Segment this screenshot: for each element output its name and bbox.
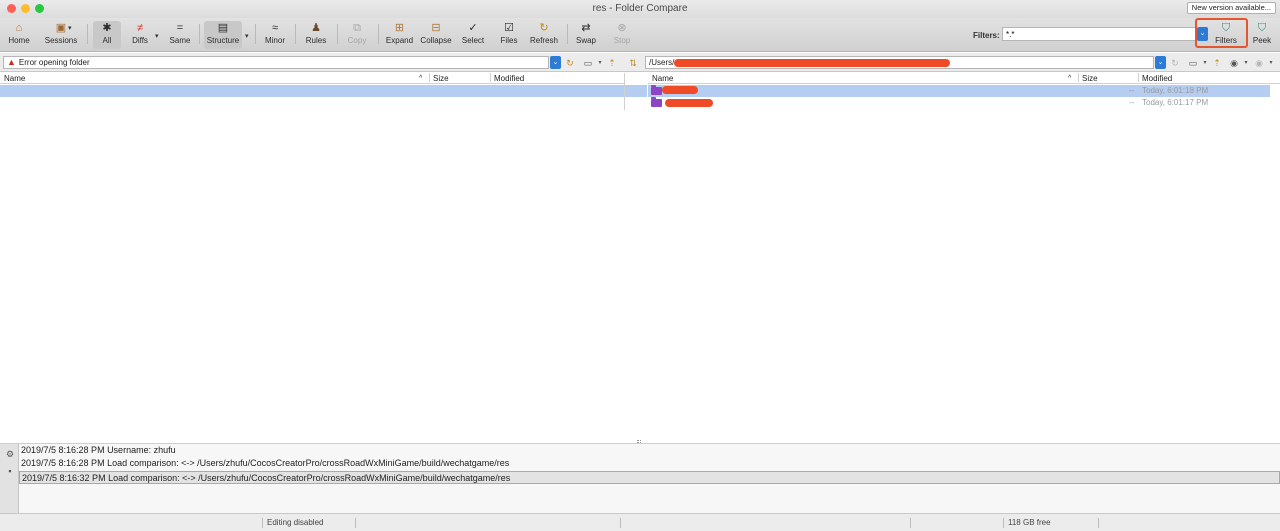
free-space-status: 118 GB free [1008,518,1051,527]
right-size-column[interactable]: Size [1082,73,1098,84]
stop-icon: ⊗ [617,22,627,34]
left-row-selected[interactable] [0,85,624,97]
title-bar: res - Folder Compare New version availab… [0,0,1280,18]
folder-icon [651,85,662,95]
minimize-window-button[interactable] [21,4,30,13]
briefcase-icon: ▣ [55,22,67,34]
close-window-button[interactable] [7,4,16,13]
toolbar: ⌂ Home ▣ Sessions ▾ ✱ All ≠ Diffs ▾ = Sa… [0,18,1280,52]
history-back-dropdown-icon[interactable]: ▾ [1239,57,1253,69]
toolbar-separator [567,24,568,44]
funnel-icon: ⛉ [1221,22,1231,34]
refresh-button[interactable]: ↻ Refresh [528,21,560,49]
left-path-field[interactable]: ▲ Error opening folder [3,56,549,69]
log-line: 2019/7/5 8:16:28 PM Username: zhufu [21,445,176,455]
select-button[interactable]: ✓ Select [459,21,487,49]
sessions-dropdown-icon[interactable]: ▾ [68,24,72,32]
equals-icon: = [176,22,184,34]
gear-icon[interactable]: ⚙ [5,449,15,459]
rules-button[interactable]: ♟ Rules [302,21,330,49]
left-name-column[interactable]: Name [4,73,25,84]
left-up-folder-icon[interactable]: ⇡ [605,57,619,69]
diffs-dropdown-icon[interactable]: ▾ [155,32,159,40]
select-icon: ✓ [468,22,478,34]
editing-status: Editing disabled [267,518,324,527]
right-path-field[interactable]: /Users/ [645,56,1154,69]
redacted-filename [662,86,698,94]
swap-icon: ⇄ [581,22,591,34]
folder-icon [651,97,662,107]
new-version-button[interactable]: New version available... [1186,2,1276,14]
filter-diffs-button[interactable]: ≠ Diffs [126,21,154,49]
peek-button[interactable]: ⛉ Peek [1250,21,1274,49]
redacted-path [674,58,951,67]
right-modified-column[interactable]: Modified [1142,73,1172,84]
minor-button[interactable]: ≈ Minor [261,21,289,49]
zoom-window-button[interactable] [35,4,44,13]
toolbar-separator [255,24,256,44]
toolbar-separator [337,24,338,44]
log-line-selected: 2019/7/5 8:16:32 PM Load comparison: <->… [19,471,1280,484]
toolbar-separator [87,24,88,44]
right-row[interactable]: -- Today, 6:01:18 PM [648,85,1270,97]
filters-input[interactable] [1002,27,1196,41]
files-button[interactable]: ☑ Files [495,21,523,49]
structure-dropdown-icon[interactable]: ▾ [245,32,249,40]
expand-icon: ⊞ [394,22,405,34]
peek-icon: ⛉ [1257,22,1267,34]
asterisk-icon: ✱ [102,22,112,34]
home-icon: ⌂ [15,22,23,34]
left-modified-column[interactable]: Modified [494,73,524,84]
left-path-dropdown-button[interactable]: ⌄ [550,56,561,69]
right-row[interactable]: -- Today, 6:01:17 PM [648,97,1270,109]
right-column-header: Name ^ Size Modified [648,73,1280,84]
swap-button[interactable]: ⇄ Swap [572,21,600,49]
files-icon: ☑ [504,22,514,34]
copy-button[interactable]: ⧉ Copy [343,21,371,49]
log-area[interactable]: 2019/7/5 8:16:28 PM Username: zhufu 2019… [19,444,1280,513]
status-bar: Editing disabled 118 GB free [0,513,1280,531]
save-log-icon[interactable]: ▪ [5,466,15,476]
toolbar-separator [378,24,379,44]
left-column-header: Name ^ Size Modified [0,73,624,84]
right-name-column[interactable]: Name [652,73,673,84]
copy-icon: ⧉ [353,22,361,34]
row-gutter-selected [625,85,647,97]
filter-all-button[interactable]: ✱ All [93,21,121,49]
toolbar-separator [295,24,296,44]
right-up-folder-icon[interactable]: ⇡ [1210,57,1224,69]
referee-icon: ♟ [311,22,321,34]
log-sidebar: ⚙ ▪ [0,444,19,513]
sort-asc-icon: ^ [419,75,423,82]
log-line: 2019/7/5 8:16:28 PM Load comparison: <->… [21,458,510,468]
left-size-column[interactable]: Size [433,73,449,84]
toolbar-separator [199,24,200,44]
not-equal-icon: ≠ [136,22,144,34]
output-log-pane: ⚙ ▪ 2019/7/5 8:16:28 PM Username: zhufu … [0,444,1280,513]
pane-swap-folder-icon[interactable]: ⇅ [626,57,640,69]
home-button[interactable]: ⌂ Home [5,21,33,49]
collapse-icon: ⊟ [431,22,441,34]
filters-label: Filters: [973,31,1000,40]
redacted-filename [665,99,713,107]
structure-button[interactable]: ▤ Structure [204,21,242,49]
collapse-button[interactable]: ⊟ Collapse [419,21,453,49]
expand-button[interactable]: ⊞ Expand [384,21,415,49]
structure-icon: ▤ [217,22,229,34]
right-path-dropdown-button[interactable]: ⌄ [1155,56,1166,69]
path-bar: ▲ Error opening folder ⌄ ↻ ▭ ▾ ⇡ ⇅ /Users… [0,53,1280,72]
approx-icon: ≈ [271,22,279,34]
sessions-button[interactable]: ▣ Sessions [42,21,80,49]
sort-asc-icon: ^ [1068,75,1072,82]
filter-same-button[interactable]: = Same [166,21,194,49]
left-refresh-path-icon[interactable]: ↻ [563,57,577,69]
warning-icon: ▲ [7,57,16,67]
filters-button[interactable]: ⛉ Filters [1209,21,1243,49]
stop-button[interactable]: ⊗ Stop [608,21,636,49]
history-forward-dropdown-icon[interactable]: ▾ [1264,57,1278,69]
right-refresh-path-icon[interactable]: ↻ [1168,57,1182,69]
refresh-icon: ↻ [539,22,549,34]
window-title: res - Folder Compare [592,3,688,14]
